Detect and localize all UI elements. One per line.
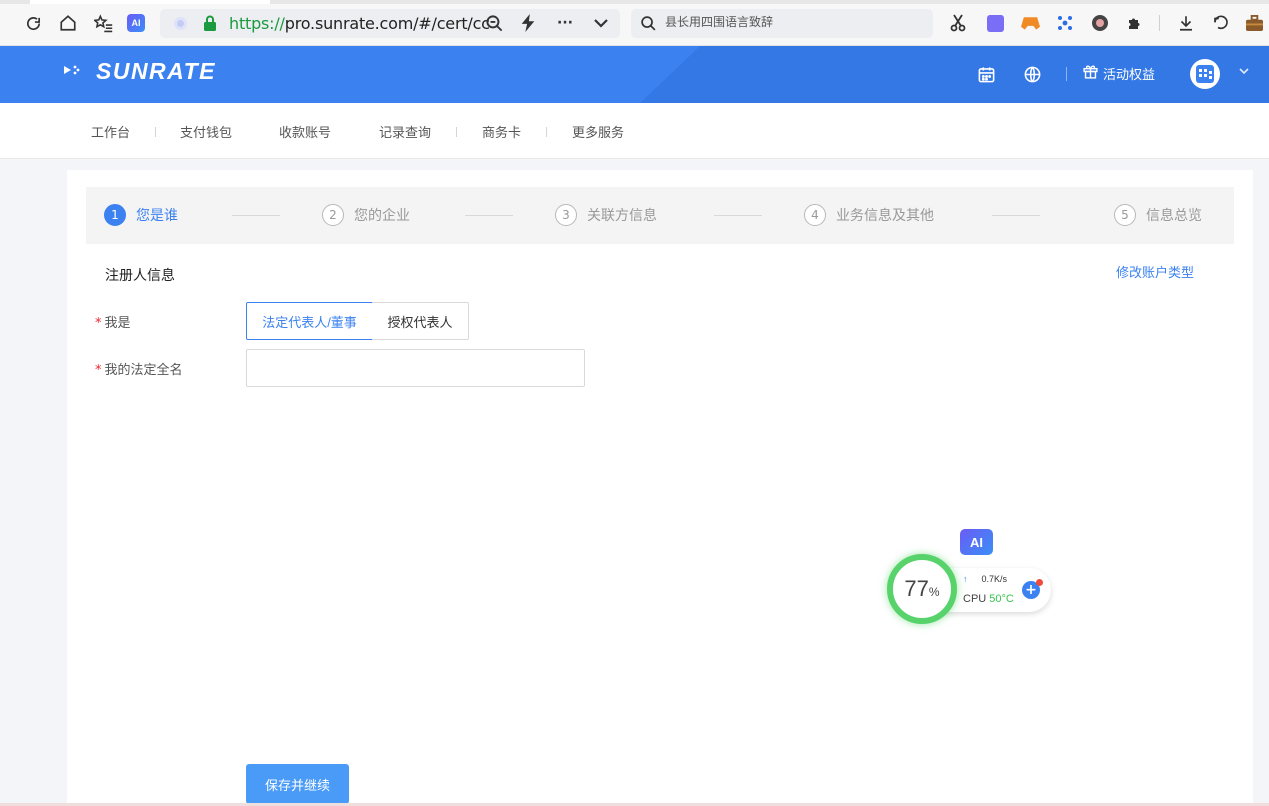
browser-toolbar: AI https://pro.sunrate.com/#/cert/cc ···… xyxy=(0,0,1269,46)
ai-extension-badge: AI xyxy=(127,14,145,32)
name-field-label: * 我的法定全名 xyxy=(95,363,183,378)
favorites-list-icon[interactable] xyxy=(91,11,115,35)
system-monitor-widget[interactable]: 77% ↑ 0.7K/s CPU 50°C + xyxy=(887,550,1052,630)
step-label: 您的企业 xyxy=(354,208,410,224)
nav-divider xyxy=(155,127,156,137)
briefcase-icon[interactable] xyxy=(1242,11,1266,35)
nav-item-receiving-accounts[interactable]: 收款账号 xyxy=(279,122,331,141)
calendar-icon[interactable] xyxy=(975,63,997,85)
step-2[interactable]: 2 您的企业 xyxy=(322,204,410,226)
globe-icon[interactable] xyxy=(1021,63,1043,85)
translate-icon[interactable] xyxy=(983,11,1007,35)
nav-item-workbench[interactable]: 工作台 xyxy=(91,122,130,141)
nav-item-wallet[interactable]: 支付钱包 xyxy=(180,122,232,141)
step-number: 5 xyxy=(1114,204,1136,226)
progress-steps: 1 您是谁 2 您的企业 3 关联方信息 4 业务信息及其他 5 信息总览 xyxy=(86,187,1234,244)
role-legal-representative-button[interactable]: 法定代表人/董事 xyxy=(246,302,373,340)
step-connector xyxy=(714,215,762,216)
search-icon xyxy=(640,15,657,36)
save-and-continue-button[interactable]: 保存并继续 xyxy=(246,764,349,804)
step-label: 业务信息及其他 xyxy=(836,208,934,224)
nav-item-business-card[interactable]: 商务卡 xyxy=(482,122,521,141)
extension-round-icon[interactable] xyxy=(1088,11,1112,35)
legal-name-input[interactable] xyxy=(246,349,585,387)
step-5[interactable]: 5 信息总览 xyxy=(1114,204,1202,226)
section-title: 注册人信息 xyxy=(105,268,175,284)
step-1[interactable]: 1 您是谁 xyxy=(104,204,178,226)
browser-search-box[interactable]: 县长用四围语言致辞 xyxy=(631,9,933,38)
reload-icon[interactable] xyxy=(21,11,45,35)
step-label: 您是谁 xyxy=(136,208,178,224)
app-header: SUNRATE 活动权益 xyxy=(0,46,1269,103)
url-text[interactable]: https://pro.sunrate.com/#/cert/cc xyxy=(229,14,490,33)
step-number: 2 xyxy=(322,204,344,226)
step-connector xyxy=(232,215,280,216)
step-number: 3 xyxy=(555,204,577,226)
company-building-icon xyxy=(1196,65,1214,83)
undo-icon[interactable] xyxy=(1209,11,1233,35)
home-icon[interactable] xyxy=(56,11,80,35)
step-label: 关联方信息 xyxy=(587,208,657,224)
extensions-puzzle-icon[interactable] xyxy=(1123,11,1147,35)
header-shade xyxy=(640,46,1269,103)
role-field-label: * 我是 xyxy=(95,316,131,331)
lightning-icon[interactable] xyxy=(516,11,540,35)
form-card xyxy=(67,170,1253,806)
lock-icon[interactable] xyxy=(203,15,217,35)
sunrate-logo[interactable]: SUNRATE xyxy=(64,58,216,85)
address-bar[interactable]: https://pro.sunrate.com/#/cert/cc xyxy=(160,9,620,38)
step-connector xyxy=(465,215,513,216)
step-3[interactable]: 3 关联方信息 xyxy=(555,204,657,226)
gift-icon xyxy=(1082,63,1099,84)
step-4[interactable]: 4 业务信息及其他 xyxy=(804,204,934,226)
benefits-label: 活动权益 xyxy=(1103,68,1156,83)
step-label: 信息总览 xyxy=(1146,208,1202,224)
header-divider xyxy=(1066,67,1067,81)
logo-text: SUNRATE xyxy=(96,58,216,84)
nav-divider xyxy=(546,127,547,137)
usage-percent: 77% xyxy=(904,576,940,601)
step-number: 1 xyxy=(104,204,126,226)
toolbar-divider xyxy=(1159,15,1160,31)
network-speed: ↑ 0.7K/s xyxy=(963,574,1008,584)
avatar[interactable] xyxy=(1190,59,1220,89)
upload-arrow-icon: ↑ xyxy=(963,574,968,584)
site-identity-icon[interactable] xyxy=(174,17,187,30)
dropdown-chevron-icon[interactable] xyxy=(589,11,613,35)
step-number: 4 xyxy=(804,204,826,226)
network-icon[interactable] xyxy=(1053,11,1077,35)
game-controller-icon[interactable] xyxy=(1018,11,1042,35)
activity-benefits-button[interactable]: 活动权益 xyxy=(1082,63,1155,84)
required-mark: * xyxy=(95,363,102,378)
main-nav: 工作台 支付钱包 收款账号 记录查询 商务卡 更多服务 xyxy=(0,103,1269,159)
chevron-down-icon[interactable] xyxy=(1239,65,1249,78)
memory-usage-ring[interactable]: 77% xyxy=(887,554,957,624)
nav-item-records[interactable]: 记录查询 xyxy=(379,122,431,141)
required-mark: * xyxy=(95,316,102,331)
nav-divider xyxy=(456,127,457,137)
tab-strip xyxy=(0,0,1269,4)
nav-item-more-services[interactable]: 更多服务 xyxy=(572,122,624,141)
logo-arrow-icon xyxy=(64,64,88,80)
step-connector xyxy=(992,215,1040,216)
download-icon[interactable] xyxy=(1174,11,1198,35)
role-authorized-representative-button[interactable]: 授权代表人 xyxy=(372,302,469,340)
zoom-icon[interactable] xyxy=(482,11,506,35)
active-tab[interactable] xyxy=(30,0,270,4)
scissors-icon[interactable] xyxy=(946,11,970,35)
search-suggestion-text[interactable]: 县长用四围语言致辞 xyxy=(665,13,773,30)
more-icon[interactable]: ··· xyxy=(553,11,577,35)
change-account-type-link[interactable]: 修改账户类型 xyxy=(1116,262,1194,281)
notification-dot xyxy=(1036,579,1043,586)
ai-extension-icon[interactable]: AI xyxy=(124,11,148,35)
cpu-temperature: CPU 50°C xyxy=(963,593,1014,605)
